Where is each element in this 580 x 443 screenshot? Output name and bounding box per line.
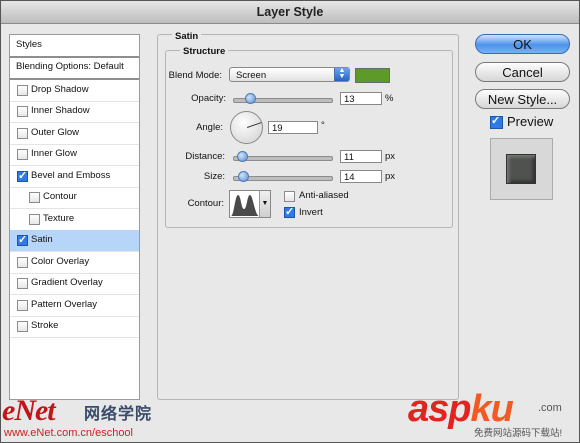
styles-list: Styles Blending Options: Default Drop Shad…	[9, 34, 140, 400]
new-style-button[interactable]: New Style...	[475, 89, 570, 109]
style-item-stroke[interactable]: Stroke	[10, 316, 139, 338]
dialog-title: Layer Style	[1, 1, 579, 24]
aspku-logo-ku: ku	[470, 388, 513, 430]
opacity-unit: %	[385, 93, 394, 104]
style-item-outer-glow-label: Outer Glow	[31, 127, 80, 138]
size-label: Size:	[203, 171, 225, 182]
contour-picker[interactable]: ▼	[229, 190, 271, 218]
contour-label: Contour:	[187, 198, 224, 209]
invert-checkbox[interactable]	[284, 205, 295, 218]
angle-unit: °	[321, 120, 325, 131]
style-item-outer-glow-checkbox[interactable]	[17, 128, 28, 139]
invert-label: Invert	[299, 207, 323, 218]
opacity-field[interactable]: 13	[340, 92, 382, 105]
style-item-satin[interactable]: Satin	[10, 230, 139, 252]
style-item-pattern-overlay-checkbox[interactable]	[17, 300, 28, 311]
satin-section-title: Satin	[172, 31, 202, 42]
opacity-label: Opacity:	[191, 93, 226, 104]
aspku-logo-asp: asp	[408, 388, 471, 430]
style-item-bevel-and-emboss-label: Bevel and Emboss	[31, 170, 111, 181]
style-item-drop-shadow[interactable]: Drop Shadow	[10, 80, 139, 102]
size-slider-thumb[interactable]	[237, 171, 249, 182]
select-arrows-icon: ▲ ▼	[334, 67, 349, 81]
distance-field[interactable]: 11	[340, 150, 382, 163]
size-unit: px	[385, 171, 396, 182]
style-item-stroke-checkbox[interactable]	[17, 321, 28, 332]
preview-swatch	[506, 154, 536, 184]
distance-label: Distance:	[185, 151, 225, 162]
angle-label: Angle:	[196, 122, 223, 133]
style-item-texture-checkbox[interactable]	[29, 214, 40, 225]
blend-mode-select[interactable]: Screen ▲ ▼	[229, 67, 350, 82]
style-item-gradient-overlay[interactable]: Gradient Overlay	[10, 273, 139, 295]
style-item-contour-label: Contour	[43, 191, 77, 202]
ok-button[interactable]: OK	[475, 34, 570, 54]
style-item-inner-glow-label: Inner Glow	[31, 148, 77, 159]
aspku-watermark-cn: 免费网站源码下载站!	[474, 428, 563, 439]
style-item-outer-glow[interactable]: Outer Glow	[10, 123, 139, 145]
style-item-gradient-overlay-checkbox[interactable]	[17, 278, 28, 289]
blend-mode-label: Blend Mode:	[168, 70, 222, 81]
style-item-pattern-overlay-label: Pattern Overlay	[31, 299, 97, 310]
blending-options-item-label: Blending Options: Default	[16, 61, 124, 72]
preview-label: Preview	[507, 114, 554, 129]
blending-options-item[interactable]: Blending Options: Default	[10, 57, 139, 80]
style-item-contour-checkbox[interactable]	[29, 192, 40, 203]
angle-field[interactable]: 19	[268, 121, 318, 134]
style-item-stroke-label: Stroke	[31, 320, 59, 331]
style-item-inner-glow[interactable]: Inner Glow	[10, 144, 139, 166]
style-item-pattern-overlay[interactable]: Pattern Overlay	[10, 295, 139, 317]
style-item-color-overlay-label: Color Overlay	[31, 256, 90, 267]
style-item-color-overlay-checkbox[interactable]	[17, 257, 28, 268]
style-item-bevel-and-emboss-checkbox[interactable]	[17, 169, 28, 182]
structure-group-title: Structure	[180, 46, 229, 57]
style-item-satin-label: Satin	[31, 234, 53, 245]
anti-aliased-checkbox[interactable]	[284, 191, 295, 202]
size-field[interactable]: 14	[340, 170, 382, 183]
style-item-inner-shadow-label: Inner Shadow	[31, 105, 90, 116]
style-item-gradient-overlay-label: Gradient Overlay	[31, 277, 103, 288]
style-item-contour[interactable]: Contour	[10, 187, 139, 209]
style-item-inner-glow-checkbox[interactable]	[17, 149, 28, 160]
style-item-color-overlay[interactable]: Color Overlay	[10, 252, 139, 274]
cancel-button[interactable]: Cancel	[475, 62, 570, 82]
contour-dropdown-arrow-icon: ▼	[259, 191, 270, 217]
distance-unit: px	[385, 151, 396, 162]
contour-curve-icon	[231, 195, 259, 216]
style-item-satin-checkbox[interactable]	[17, 233, 28, 246]
style-item-inner-shadow-checkbox[interactable]	[17, 106, 28, 117]
style-item-inner-shadow[interactable]: Inner Shadow	[10, 101, 139, 123]
styles-header[interactable]: Styles	[10, 35, 139, 58]
preview-checkbox[interactable]	[490, 114, 503, 129]
opacity-slider-thumb[interactable]	[244, 93, 256, 104]
style-item-texture-label: Texture	[43, 213, 75, 224]
distance-slider-track[interactable]	[233, 156, 333, 161]
style-item-texture[interactable]: Texture	[10, 209, 139, 231]
blend-mode-value: Screen	[236, 70, 267, 81]
aspku-watermark-com: .com	[538, 402, 562, 414]
satin-color-swatch[interactable]	[355, 68, 390, 83]
style-item-drop-shadow-checkbox[interactable]	[17, 85, 28, 96]
style-item-bevel-and-emboss[interactable]: Bevel and Emboss	[10, 166, 139, 188]
styles-header-label: Styles	[16, 39, 42, 50]
distance-slider-thumb[interactable]	[237, 151, 249, 162]
enet-watermark-cn: 网络学院	[84, 406, 153, 423]
enet-watermark-logo: eNet	[2, 394, 56, 427]
anti-aliased-label: Anti-aliased	[299, 190, 349, 201]
enet-watermark-url: www.eNet.com.cn/eschool	[4, 427, 133, 439]
style-item-drop-shadow-label: Drop Shadow	[31, 84, 89, 95]
